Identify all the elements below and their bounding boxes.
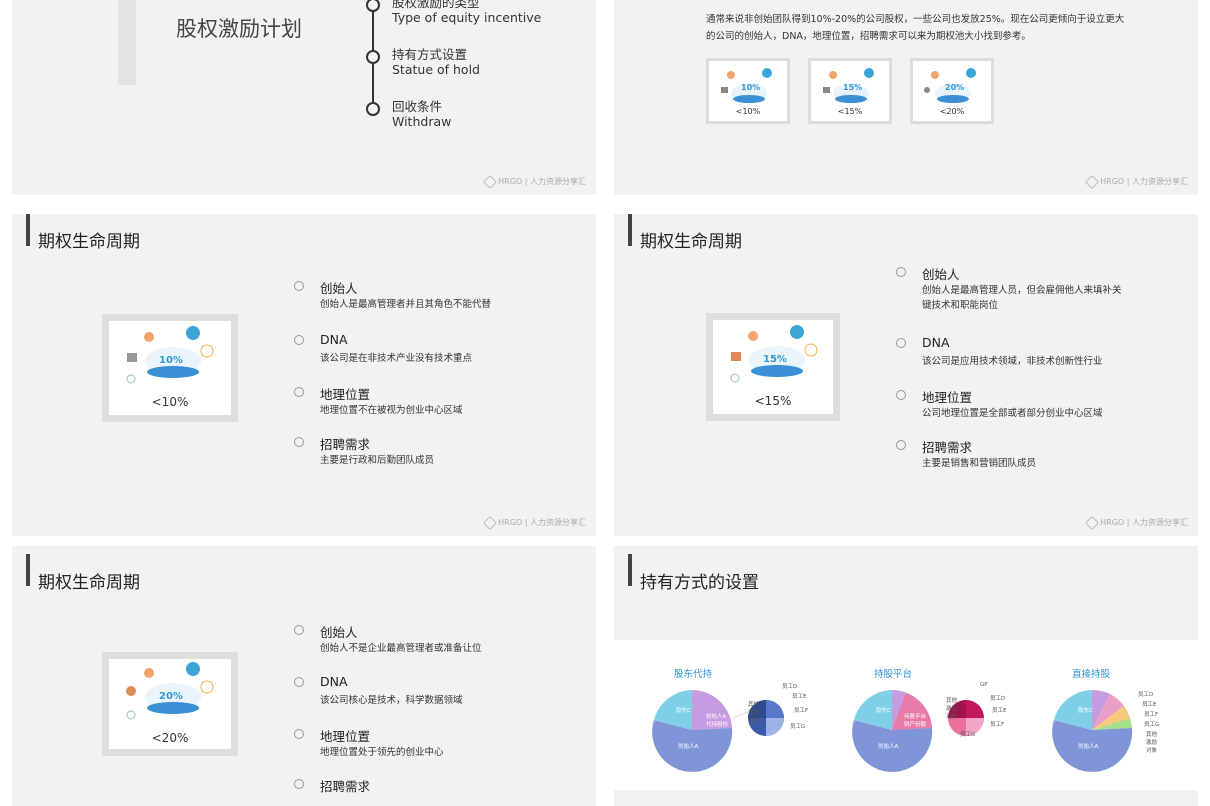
timeline-dot bbox=[366, 0, 380, 12]
bullet-circle-icon bbox=[294, 677, 304, 687]
pie-title: 直接持股 bbox=[1072, 669, 1111, 680]
brand-logo: HRGO | 人力资源分享汇 bbox=[1085, 515, 1188, 530]
brand-logo: HRGO | 人力资源分享汇 bbox=[1085, 174, 1188, 189]
slide-holding-methods: 持有方式的设置 股东代持 股东C 创始人A 创始人A代持股份 其他激励对象 员工… bbox=[614, 546, 1198, 806]
title-accent-bar bbox=[628, 554, 632, 586]
bullet-circle-icon bbox=[294, 779, 304, 789]
illustration-caption: <20% bbox=[151, 731, 189, 745]
timeline-item-hold: 持有方式设置 Statue of hold bbox=[366, 47, 480, 77]
bullet-circle-icon bbox=[294, 387, 304, 397]
timeline-item-type: 股权激励的类型 Type of equity incentive bbox=[366, 0, 541, 25]
bullet-circle-icon bbox=[294, 625, 304, 635]
illustration-frame: 15% <15% bbox=[706, 313, 840, 421]
pie-chart-proxy bbox=[1052, 689, 1133, 772]
timeline-item-withdraw: 回收条件 Withdraw bbox=[366, 99, 451, 129]
brand-logo: HRGO | 人力资源分享汇 bbox=[483, 174, 586, 189]
title-accent-bar bbox=[26, 554, 30, 586]
pie-chart-proxy bbox=[852, 689, 984, 772]
timeline-dot bbox=[366, 50, 380, 64]
bullet-circle-icon bbox=[294, 729, 304, 739]
thumb-pct: 10% bbox=[741, 83, 761, 92]
slide-title: 股权激励计划 bbox=[176, 17, 302, 41]
timeline-zh: 回收条件 bbox=[392, 99, 443, 114]
pie-title: 股东代持 bbox=[674, 669, 713, 680]
thumb-20: 20% <20% bbox=[910, 58, 994, 124]
thumb-10: 10% <10% bbox=[706, 58, 790, 124]
timeline-en: Type of equity incentive bbox=[392, 10, 542, 25]
slide-lifecycle-10: 期权生命周期 10% <10% 创始人 创始人是最高管理者并且其角色不能代替 DN… bbox=[12, 214, 596, 536]
logo-icon bbox=[483, 174, 498, 189]
bullet-circle-icon bbox=[896, 267, 906, 277]
thumb-caption: <15% bbox=[837, 107, 863, 116]
timeline-en: Withdraw bbox=[392, 114, 452, 129]
title-accent-bar bbox=[628, 214, 632, 246]
bullet-circle-icon bbox=[294, 437, 304, 447]
thumb-pct: 15% bbox=[843, 83, 863, 92]
bullet-circle-icon bbox=[896, 390, 906, 400]
slide-lifecycle-20: 期权生命周期 20% <20% 创始人 创始人不是企业最高管理者或准备让位 DNA… bbox=[12, 546, 596, 806]
title-accent-bar bbox=[26, 214, 30, 246]
slide-option-pool: 通常来说非创始团队得到10%-20%的公司股权，一些公司也发放25%。现在公司更… bbox=[614, 0, 1198, 195]
illustration-frame: 20% <20% bbox=[102, 652, 238, 756]
pie-title: 持股平台 bbox=[874, 669, 913, 680]
decorative-bar bbox=[118, 0, 136, 85]
timeline-dot bbox=[366, 102, 380, 116]
bullet-circle-icon bbox=[294, 281, 304, 291]
slide-title: 期权生命周期 bbox=[38, 573, 140, 593]
slide-title: 持有方式的设置 bbox=[640, 573, 759, 593]
logo-icon bbox=[483, 515, 498, 530]
illustration-frame: 10% <10% bbox=[102, 314, 238, 422]
bullet-circle-icon bbox=[896, 440, 906, 450]
logo-icon bbox=[1085, 174, 1100, 189]
slide-title: 期权生命周期 bbox=[38, 232, 140, 252]
thumb-caption: <20% bbox=[939, 107, 965, 116]
illustration-caption: <10% bbox=[151, 395, 189, 409]
bullet-circle-icon bbox=[896, 338, 906, 348]
illustration-pct: 20% bbox=[159, 691, 183, 702]
description-paragraph: 通常来说非创始团队得到10%-20%的公司股权，一些公司也发放25%。现在公司更… bbox=[706, 14, 1125, 42]
logo-icon bbox=[1085, 515, 1100, 530]
timeline-zh: 股权激励的类型 bbox=[392, 0, 480, 10]
illustration-pct: 15% bbox=[763, 354, 787, 365]
thumb-caption: <10% bbox=[735, 107, 761, 116]
brand-logo: HRGO | 人力资源分享汇 bbox=[483, 515, 586, 530]
thumb-15: 15% <15% bbox=[808, 58, 892, 124]
slide-equity-plan: 股权激励计划 股权激励的类型 Type of equity incentive 持… bbox=[12, 0, 596, 195]
timeline-en: Statue of hold bbox=[392, 62, 480, 77]
illustration-caption: <15% bbox=[754, 394, 792, 408]
bullet-circle-icon bbox=[294, 335, 304, 345]
slide-title: 期权生命周期 bbox=[640, 232, 742, 252]
illustration-pct: 10% bbox=[159, 355, 183, 366]
timeline-zh: 持有方式设置 bbox=[392, 47, 468, 62]
slide-lifecycle-15: 期权生命周期 15% <15% 创始人 创始人是最高管理人员，但会雇佣他人来填补关… bbox=[614, 214, 1198, 536]
thumb-pct: 20% bbox=[945, 83, 965, 92]
